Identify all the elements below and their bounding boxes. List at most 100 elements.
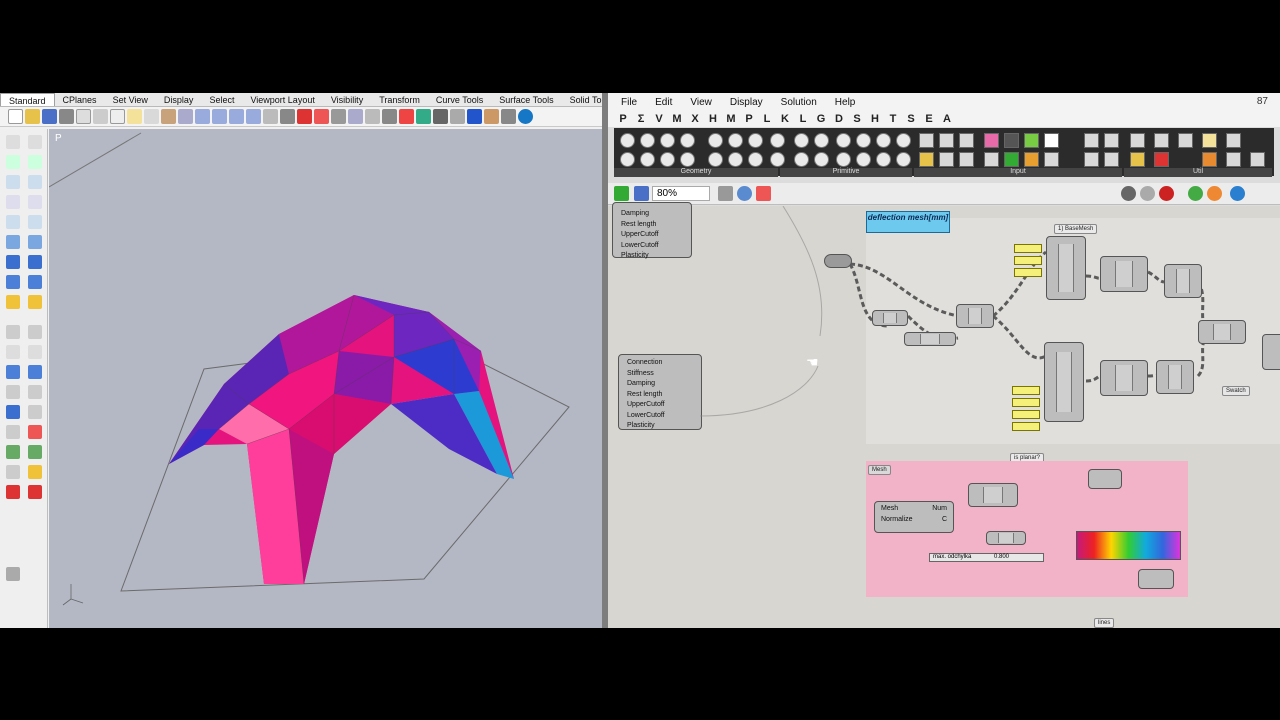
move-icon[interactable] <box>314 109 329 124</box>
tab-standard[interactable]: Standard <box>0 93 55 106</box>
param-icon[interactable] <box>1104 152 1119 167</box>
array-icon[interactable] <box>28 385 42 399</box>
param-icon[interactable] <box>1084 152 1099 167</box>
component-icon[interactable] <box>876 133 891 148</box>
component-node[interactable] <box>1156 360 1194 394</box>
open-file-icon[interactable] <box>25 109 40 124</box>
component-icon[interactable] <box>770 133 785 148</box>
util-icon[interactable] <box>1154 133 1169 148</box>
print-icon[interactable] <box>59 109 74 124</box>
gradient-component[interactable] <box>1076 531 1181 560</box>
cut-icon[interactable] <box>93 109 108 124</box>
record-icon[interactable] <box>6 485 20 499</box>
component-node[interactable] <box>1198 320 1246 344</box>
arc-icon[interactable] <box>6 195 20 209</box>
component-icon[interactable] <box>876 152 891 167</box>
component-icon[interactable] <box>680 152 695 167</box>
tab-curve-tools[interactable]: Curve Tools <box>428 93 491 106</box>
util-icon[interactable] <box>1130 152 1145 167</box>
tab-viewport-layout[interactable]: Viewport Layout <box>242 93 322 106</box>
param-icon[interactable] <box>959 133 974 148</box>
util-icon[interactable] <box>1130 133 1145 148</box>
mesh-color-component[interactable]: Mesh Normalize Num C <box>874 501 954 533</box>
menu-edit[interactable]: Edit <box>646 97 681 108</box>
param-icon[interactable] <box>984 152 999 167</box>
relay-node[interactable] <box>824 254 852 268</box>
text-icon[interactable] <box>28 365 42 379</box>
zoom-icon[interactable] <box>195 109 210 124</box>
component-node[interactable] <box>1100 360 1148 396</box>
param-icon[interactable] <box>959 152 974 167</box>
mesh-icon[interactable] <box>6 275 20 289</box>
offset-icon[interactable] <box>28 345 42 359</box>
menu-file[interactable]: File <box>612 97 646 108</box>
param-icon[interactable] <box>984 133 999 148</box>
param-icon[interactable] <box>1044 152 1059 167</box>
history-icon[interactable] <box>28 485 42 499</box>
preview-component[interactable] <box>1138 569 1174 589</box>
zoom-window-icon[interactable] <box>212 109 227 124</box>
select-icon[interactable] <box>6 135 20 149</box>
circle-icon[interactable] <box>6 175 20 189</box>
component-icon[interactable] <box>856 152 871 167</box>
param-icon[interactable] <box>1024 133 1039 148</box>
tab-maths[interactable]: Σ <box>632 113 650 125</box>
render-icon[interactable] <box>416 109 431 124</box>
render-tool-icon[interactable] <box>6 405 20 419</box>
component-node[interactable] <box>968 483 1018 507</box>
rectangle-icon[interactable] <box>28 195 42 209</box>
save-icon[interactable] <box>42 109 57 124</box>
zoom-extents-icon[interactable] <box>718 186 733 201</box>
layer-tool-icon[interactable] <box>6 465 20 479</box>
tab-display[interactable]: Display <box>156 93 202 106</box>
grid-icon[interactable] <box>280 109 295 124</box>
flip-icon[interactable] <box>28 425 42 439</box>
component-icon[interactable] <box>770 152 785 167</box>
menu-help[interactable]: Help <box>826 97 865 108</box>
tab-set-view[interactable]: Set View <box>105 93 156 106</box>
tab-params[interactable]: P <box>614 113 632 125</box>
curve-icon[interactable] <box>28 155 42 169</box>
hide-icon[interactable] <box>331 109 346 124</box>
preview-selected-icon[interactable] <box>1188 186 1203 201</box>
paint-icon[interactable] <box>28 465 42 479</box>
component-icon[interactable] <box>814 133 829 148</box>
param-icon[interactable] <box>1024 152 1039 167</box>
number-input[interactable] <box>1014 256 1042 265</box>
polygon-icon[interactable] <box>6 215 20 229</box>
number-input[interactable] <box>1014 268 1042 277</box>
util-icon[interactable] <box>1202 152 1217 167</box>
tab-a[interactable]: A <box>938 113 956 125</box>
tab-s2[interactable]: S <box>902 113 920 125</box>
tab-d[interactable]: D <box>830 113 848 125</box>
tab-select[interactable]: Select <box>201 93 242 106</box>
param-icon[interactable] <box>1104 133 1119 148</box>
param-icon[interactable] <box>1044 133 1059 148</box>
component-node[interactable] <box>986 531 1026 545</box>
tab-p[interactable]: P <box>740 113 758 125</box>
menu-display[interactable]: Display <box>721 97 772 108</box>
light-tool-icon[interactable] <box>6 295 20 309</box>
group-icon[interactable] <box>6 425 20 439</box>
osnap-icon[interactable] <box>6 567 20 581</box>
copy-icon[interactable] <box>110 109 125 124</box>
number-input[interactable] <box>1014 244 1042 253</box>
number-input[interactable] <box>1012 398 1040 407</box>
preview-off-icon[interactable] <box>1121 186 1136 201</box>
preview-component[interactable] <box>1088 469 1122 489</box>
component-icon[interactable] <box>896 152 911 167</box>
tab-t[interactable]: T <box>884 113 902 125</box>
document-preview-icon[interactable] <box>1207 186 1222 201</box>
component-node[interactable] <box>1046 236 1086 300</box>
rotate-view-icon[interactable] <box>178 109 193 124</box>
component-icon[interactable] <box>794 133 809 148</box>
light-icon[interactable] <box>484 109 499 124</box>
polyline-icon[interactable] <box>6 155 20 169</box>
number-input[interactable] <box>1012 422 1040 431</box>
zoom-selected-icon[interactable] <box>246 109 261 124</box>
sketch-icon[interactable] <box>756 186 771 201</box>
component-icon[interactable] <box>680 133 695 148</box>
util-icon[interactable] <box>1154 152 1169 167</box>
show-icon[interactable] <box>348 109 363 124</box>
component-node[interactable] <box>904 332 956 346</box>
